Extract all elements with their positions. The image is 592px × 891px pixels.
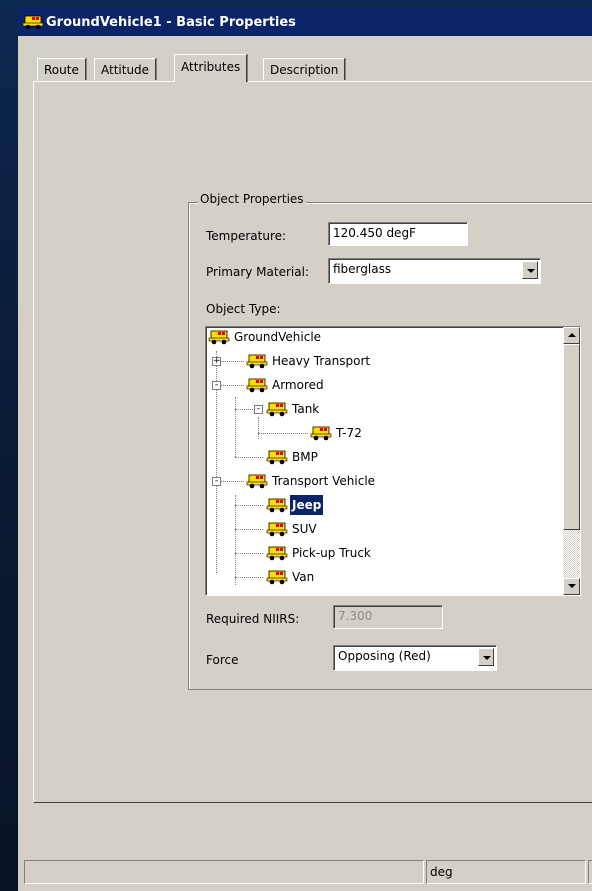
group-title: Object Properties (198, 192, 306, 206)
tree-item-label: Transport Vehicle (272, 474, 376, 488)
force-value: Opposing (Red) (338, 649, 431, 663)
scrollbar-thumb[interactable] (563, 344, 580, 530)
tree-item-label: Jeep (290, 495, 324, 515)
required-niirs-field: 7.300 (333, 605, 443, 629)
temperature-label: Temperature: (206, 229, 287, 243)
temperature-field[interactable]: 120.450 degF (328, 222, 468, 246)
vehicle-icon (22, 15, 44, 30)
window-title: GroundVehicle1 - Basic Properties (46, 14, 296, 30)
expand-icon[interactable]: + (212, 357, 221, 366)
tree-item-label: Heavy Transport (272, 354, 371, 368)
collapse-icon[interactable]: - (212, 477, 221, 486)
vehicle-icon (266, 450, 288, 465)
status-unit: deg (430, 865, 453, 879)
primary-material-dropdown[interactable]: fiberglass (328, 258, 541, 284)
vehicle-icon (208, 330, 230, 345)
primary-material-value: fiberglass (333, 262, 392, 276)
chevron-down-icon[interactable] (522, 261, 538, 279)
tree-item-label: SUV (292, 522, 317, 536)
status-panel-main (24, 860, 424, 884)
required-niirs-label: Required NIIRS: (206, 612, 300, 626)
force-label: Force (206, 653, 239, 667)
object-type-label: Object Type: (206, 302, 281, 316)
vehicle-icon (246, 474, 268, 489)
force-dropdown[interactable]: Opposing (Red) (333, 645, 497, 671)
object-type-tree[interactable]: GroundVehicle + Heavy Transport - Armore… (205, 326, 581, 596)
tree-item-label: T-72 (336, 426, 362, 440)
tree-item-label: Armored (272, 378, 324, 392)
scroll-down-icon[interactable] (563, 578, 580, 595)
scrollbar-track[interactable] (563, 530, 580, 576)
vehicle-icon (246, 378, 268, 393)
tree-item-label: Pick-up Truck (292, 546, 371, 560)
tab-attributes[interactable]: Attributes (174, 54, 248, 82)
collapse-icon[interactable]: - (212, 381, 221, 390)
vehicle-icon (266, 546, 288, 561)
tree-item-label: Tank (292, 402, 320, 416)
vehicle-icon (246, 354, 268, 369)
status-panel-unit: deg (426, 860, 586, 884)
collapse-icon[interactable]: - (254, 405, 263, 414)
vehicle-icon (266, 402, 288, 417)
primary-material-label: Primary Material: (206, 265, 309, 279)
vehicle-icon (266, 522, 288, 537)
status-bar: deg (18, 856, 592, 886)
scroll-up-icon[interactable] (563, 327, 580, 344)
tree-item-label: BMP (292, 450, 318, 464)
status-panel-extra (588, 860, 592, 884)
title-bar[interactable]: GroundVehicle1 - Basic Properties (18, 8, 592, 36)
tree-item-label: Van (292, 570, 315, 584)
chevron-down-icon[interactable] (478, 648, 494, 666)
vehicle-icon (266, 498, 288, 513)
vehicle-icon (266, 570, 288, 585)
dialog-client: Route Attitude Attributes Description Ob… (18, 36, 592, 891)
vehicle-icon (310, 426, 332, 441)
tree-scrollbar[interactable] (563, 327, 580, 595)
tab-route[interactable]: Route (37, 58, 86, 80)
tree-item-label: GroundVehicle (234, 330, 322, 344)
tab-attitude[interactable]: Attitude (94, 58, 157, 80)
tab-description[interactable]: Description (263, 58, 346, 80)
